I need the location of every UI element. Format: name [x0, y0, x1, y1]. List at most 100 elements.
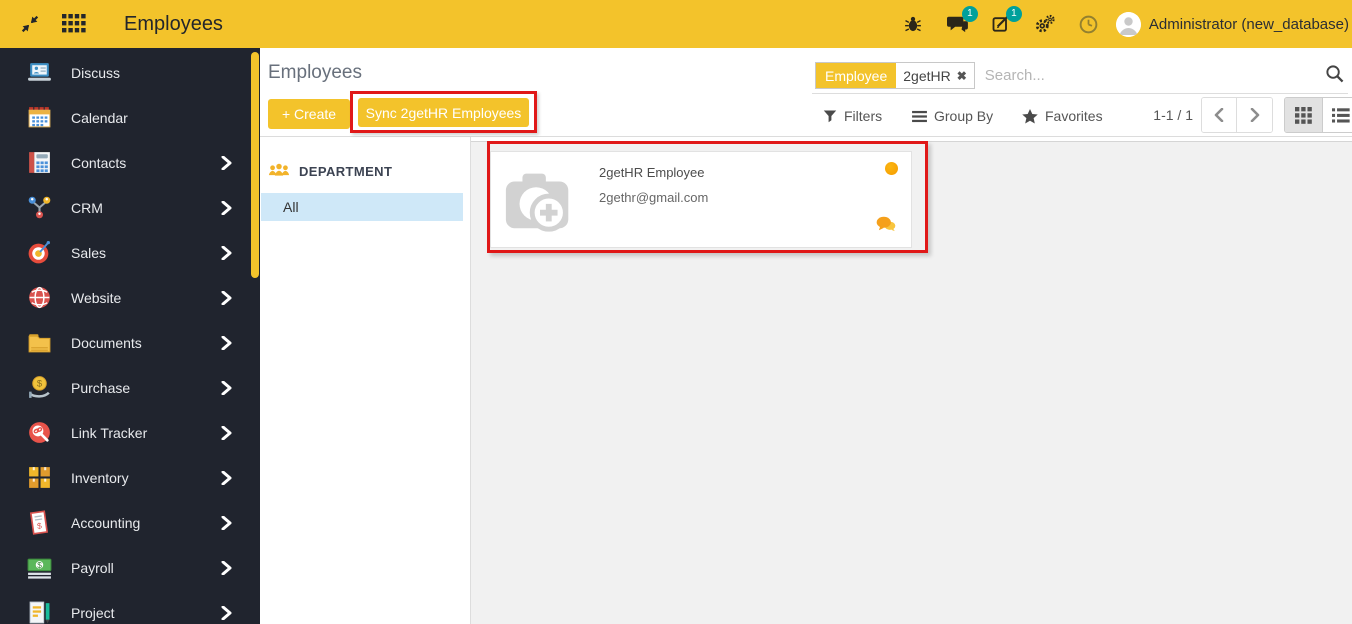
facet-remove-icon[interactable]: ✖ [957, 69, 967, 83]
sidebar-item-payroll[interactable]: $ Payroll [0, 545, 260, 590]
status-dot[interactable] [885, 162, 898, 175]
collapse-icon [21, 15, 39, 33]
annotation-box-sync: Sync 2getHR Employees [350, 91, 537, 133]
inventory-icon [26, 464, 53, 491]
sidebar-item-documents[interactable]: Documents [0, 320, 260, 365]
create-button[interactable]: + Create [268, 99, 350, 129]
sidebar-item-inventory[interactable]: Inventory [0, 455, 260, 500]
navbar-left: Employees [0, 8, 223, 40]
sales-icon [26, 239, 53, 266]
list-icon [1332, 107, 1350, 123]
search-bar: Employee 2getHR ✖ [812, 58, 1348, 94]
sidebar-item-website[interactable]: Website [0, 275, 260, 320]
camera-placeholder-icon [501, 159, 579, 239]
discuss-icon [26, 59, 53, 86]
purchase-icon: $ [26, 374, 53, 401]
department-panel: DEPARTMENT All [260, 137, 471, 624]
chevron-right-icon [221, 515, 232, 530]
debug-button[interactable] [896, 7, 930, 41]
plus-icon: + [281, 106, 291, 122]
activities-badge: 1 [1005, 6, 1022, 22]
filters-button[interactable]: Filters [823, 105, 882, 127]
search-input[interactable] [974, 67, 1325, 84]
bug-icon [904, 16, 921, 32]
sidebar-scrollbar-thumb[interactable] [251, 52, 259, 278]
department-title: DEPARTMENT [299, 163, 393, 179]
department-header: DEPARTMENT [268, 163, 392, 179]
documents-icon [26, 329, 53, 356]
chevron-right-icon [1250, 108, 1259, 122]
favorites-button[interactable]: Favorites [1022, 105, 1103, 127]
calendar-icon [26, 104, 53, 131]
kanban-view-button[interactable] [1285, 98, 1323, 132]
timer-button[interactable] [1072, 7, 1106, 41]
chevron-right-icon [221, 155, 232, 170]
apps-menu-button[interactable] [58, 8, 90, 40]
search-facet: Employee 2getHR ✖ [815, 62, 975, 89]
payroll-icon: $ [26, 554, 53, 581]
gears-icon [1035, 14, 1055, 33]
user-name: Administrator (new_database) [1148, 15, 1349, 33]
avatar [1115, 11, 1141, 37]
user-menu-button[interactable]: Administrator (new_database) [1115, 7, 1349, 41]
chevron-right-icon [221, 425, 232, 440]
chevron-right-icon [221, 470, 232, 485]
annotation-box-card: 2getHR Employee 2gethr@gmail.com [487, 141, 928, 253]
sidebar-item-project[interactable]: Project [0, 590, 260, 624]
pager-previous-button[interactable] [1202, 98, 1237, 132]
employee-name: 2getHR Employee [599, 165, 705, 180]
svg-text:$: $ [37, 560, 42, 570]
chevron-right-icon [221, 245, 232, 260]
sync-2gethr-employees-button[interactable]: Sync 2getHR Employees [358, 98, 529, 127]
chevron-right-icon [221, 290, 232, 305]
contacts-icon [26, 149, 53, 176]
messages-badge: 1 [961, 6, 978, 22]
control-panel: Employees + Create Sync 2getHR Employees… [260, 48, 1352, 137]
link-tracker-icon [26, 419, 53, 446]
chevron-right-icon [221, 335, 232, 350]
people-icon [268, 163, 290, 176]
sidebar-item-calendar[interactable]: Calendar [0, 95, 260, 140]
pager-next-button[interactable] [1237, 98, 1272, 132]
svg-text:$: $ [37, 379, 43, 389]
chevron-right-icon [221, 605, 232, 620]
settings-button[interactable] [1028, 7, 1062, 41]
chevron-right-icon [221, 200, 232, 215]
star-icon [1022, 108, 1038, 124]
crm-icon [26, 194, 53, 221]
search-icon[interactable] [1325, 64, 1344, 88]
sidebar-item-contacts[interactable]: Contacts [0, 140, 260, 185]
pager [1201, 97, 1273, 133]
sidebar-item-link-tracker[interactable]: Link Tracker [0, 410, 260, 455]
top-navbar: Employees 1 1 Administrator (new_databas… [0, 0, 1352, 48]
navbar-right: 1 1 Administrator (new_database) [896, 6, 1352, 41]
sidebar-item-purchase[interactable]: $ Purchase [0, 365, 260, 410]
group-by-button[interactable]: Group By [912, 105, 993, 127]
messages-button[interactable]: 1 [940, 6, 978, 41]
app-title: Employees [124, 12, 223, 35]
sidebar-item-crm[interactable]: CRM [0, 185, 260, 230]
clock-icon [1080, 15, 1098, 33]
app-sidebar: Discuss Calendar Contacts CRM Sales Webs… [0, 48, 260, 624]
chevron-right-icon [221, 560, 232, 575]
employee-email: 2gethr@gmail.com [599, 190, 709, 205]
funnel-icon [823, 110, 837, 123]
group-by-icon [912, 110, 927, 122]
sidebar-item-sales[interactable]: Sales [0, 230, 260, 275]
facet-value: 2getHR ✖ [896, 63, 974, 88]
view-switcher [1284, 97, 1352, 133]
sidebar-item-accounting[interactable]: $ Accounting [0, 500, 260, 545]
chevron-right-icon [221, 380, 232, 395]
facet-category: Employee [816, 63, 897, 88]
collapse-menu-button[interactable] [14, 8, 46, 40]
kanban-grid-icon [1295, 106, 1312, 124]
chat-bubble-icon[interactable] [876, 216, 896, 237]
user-silhouette-icon [1115, 11, 1141, 37]
activities-button[interactable]: 1 [984, 6, 1022, 41]
accounting-icon: $ [26, 509, 53, 536]
sidebar-item-discuss[interactable]: Discuss [0, 50, 260, 95]
employee-card[interactable]: 2getHR Employee 2gethr@gmail.com [490, 151, 912, 248]
list-view-button[interactable] [1323, 98, 1352, 132]
department-item-all[interactable]: All [261, 193, 463, 221]
chevron-left-icon [1214, 108, 1224, 122]
